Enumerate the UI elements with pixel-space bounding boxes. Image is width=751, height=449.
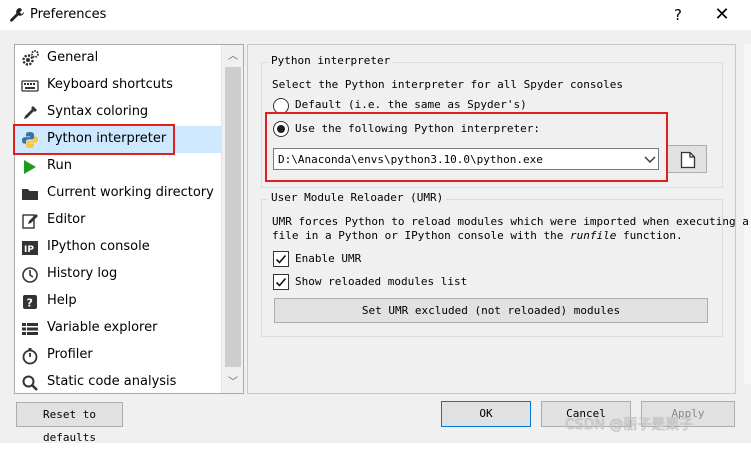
play-icon (21, 158, 39, 176)
chevron-up-icon[interactable]: ︿ (222, 47, 243, 65)
sidebar-item-variable-explorer[interactable]: Variable explorer (15, 315, 221, 342)
reset-to-defaults-button[interactable]: Reset to defaults (16, 402, 123, 444)
scrollbar-thumb[interactable] (225, 67, 241, 367)
sidebar-item-editor[interactable]: Editor (15, 207, 221, 234)
window-title: Preferences (30, 7, 107, 22)
umr-description-suffix: function. (616, 229, 683, 242)
stopwatch-icon (21, 347, 39, 365)
sidebar-item-label: Static code analysis (47, 374, 177, 389)
umr-description-line2: file in a Python or IPython console with… (272, 229, 683, 242)
sidebar-item-syntax-coloring[interactable]: Syntax coloring (15, 99, 221, 126)
highlight-box-sidebar (13, 124, 175, 155)
ipython-icon: IP (21, 239, 39, 257)
python-interpreter-description: Select the Python interpreter for all Sp… (272, 78, 623, 91)
preferences-sidebar: General Keyboard shortcuts Syntax colori… (14, 44, 244, 394)
eyedropper-icon (21, 104, 39, 122)
close-button[interactable]: ✕ (708, 3, 736, 27)
default-interpreter-label[interactable]: Default (i.e. the same as Spyder's) (295, 98, 527, 111)
highlight-box-interpreter (265, 112, 668, 182)
watermark: CSDN @丽子是栗子 (565, 417, 694, 433)
sidebar-item-run[interactable]: Run (15, 153, 221, 180)
umr-description-prefix: file in a Python or IPython console with… (272, 229, 571, 242)
umr-group-title: User Module Reloader (UMR) (268, 191, 447, 204)
set-umr-excluded-button[interactable]: Set UMR excluded (not reloaded) modules (274, 298, 708, 323)
sidebar-item-label: Syntax coloring (47, 104, 149, 119)
sidebar-scrollbar[interactable]: ︿ ﹀ (221, 45, 243, 393)
history-icon (21, 266, 39, 284)
magnifier-icon (21, 374, 39, 392)
sidebar-item-keyboard-shortcuts[interactable]: Keyboard shortcuts (15, 72, 221, 99)
keyboard-icon (21, 77, 39, 95)
sidebar-item-label: General (47, 50, 99, 65)
sidebar-item-label: IPython console (47, 239, 150, 254)
background-window-edge (744, 44, 751, 384)
sidebar-item-current-working-directory[interactable]: Current working directory (15, 180, 221, 207)
edit-icon (21, 212, 39, 230)
enable-umr-checkbox[interactable] (273, 251, 289, 267)
sidebar-item-label: Editor (47, 212, 86, 227)
runfile-keyword: runfile (570, 229, 617, 242)
umr-description-line1: UMR forces Python to reload modules whic… (272, 215, 749, 228)
sidebar-item-label: Profiler (47, 347, 93, 362)
sidebar-item-help[interactable]: ? Help (15, 288, 221, 315)
sidebar-item-label: Current working directory (47, 185, 214, 200)
wrench-icon (9, 7, 25, 23)
sidebar-item-label: History log (47, 266, 118, 281)
sidebar-item-label: Variable explorer (47, 320, 158, 335)
title-bar: Preferences ? ✕ (0, 0, 751, 30)
sidebar-item-history-log[interactable]: History log (15, 261, 221, 288)
file-icon (680, 151, 696, 173)
chevron-down-icon[interactable]: ﹀ (222, 373, 243, 391)
help-icon: ? (21, 293, 39, 311)
python-interpreter-group-title: Python interpreter (268, 54, 394, 67)
sidebar-item-general[interactable]: General (15, 45, 221, 72)
sidebar-item-label: Keyboard shortcuts (47, 77, 173, 92)
checkmark-icon (275, 277, 287, 287)
help-button[interactable]: ? (666, 3, 690, 27)
sidebar-item-label: Run (47, 158, 72, 173)
sidebar-item-static-code-analysis[interactable]: Static code analysis (15, 369, 221, 393)
table-icon (21, 320, 39, 338)
sidebar-item-ipython-console[interactable]: IP IPython console (15, 234, 221, 261)
show-reloaded-list-label[interactable]: Show reloaded modules list (295, 275, 467, 288)
sidebar-item-label: Help (47, 293, 77, 308)
checkmark-icon (275, 254, 287, 264)
svg-text:IP: IP (24, 245, 34, 255)
svg-text:?: ? (27, 297, 33, 310)
enable-umr-label[interactable]: Enable UMR (295, 252, 361, 265)
sidebar-item-profiler[interactable]: Profiler (15, 342, 221, 369)
gear-icon (21, 50, 39, 68)
browse-file-button[interactable] (667, 145, 707, 173)
ok-button[interactable]: OK (441, 401, 531, 427)
show-reloaded-list-checkbox[interactable] (273, 274, 289, 290)
folder-icon (21, 185, 39, 203)
